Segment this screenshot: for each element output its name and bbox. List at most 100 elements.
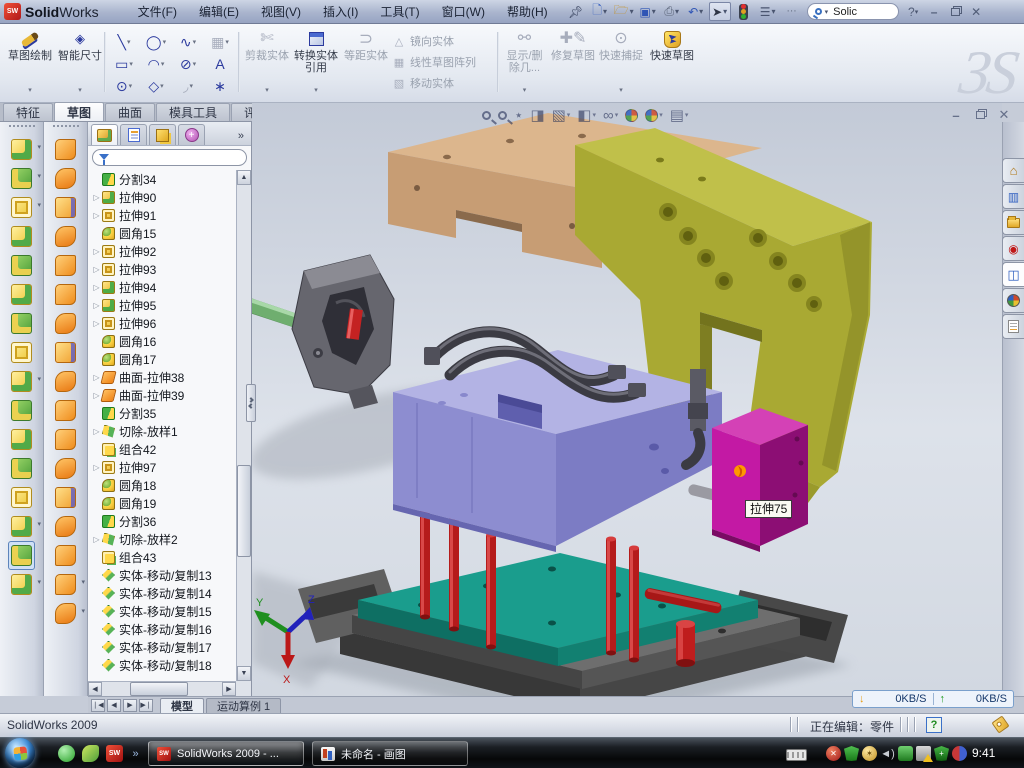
flyout-arrow-icon[interactable]: ▾ <box>37 201 41 209</box>
toolbar-icon-button[interactable]: ▾ <box>11 193 32 222</box>
toolbar-icon-button[interactable] <box>11 396 32 425</box>
feature-tree-item[interactable]: ▷ 拉伸94 <box>89 278 235 296</box>
tree-filter-input[interactable] <box>92 149 247 166</box>
ellipse-icon[interactable]: ⊘▾ <box>172 53 204 75</box>
quick-snaps-button[interactable]: ⊙ 快速捕捉▾ <box>597 29 645 97</box>
scroll-down-button[interactable]: ▼ <box>237 666 251 681</box>
expand-arrow-icon[interactable]: ▷ <box>91 283 102 292</box>
pane-overflow-button[interactable]: » <box>238 130 248 145</box>
feature-tree-item[interactable]: 实体-移动/复制14 <box>89 584 235 602</box>
circle-icon[interactable]: ◯▾ <box>140 31 172 53</box>
flyout-arrow-icon[interactable]: ▾ <box>37 172 41 180</box>
toolbar-icon-button[interactable] <box>55 193 76 222</box>
toolbar-icon-button[interactable]: ▾ <box>55 570 76 599</box>
smart-dimension-button[interactable]: ◈ 智能尺寸▾ <box>56 29 104 97</box>
device-manager-icon[interactable] <box>898 746 913 761</box>
feature-tree-item[interactable]: 实体-移动/复制15 <box>89 602 235 620</box>
feature-tree-item[interactable]: 实体-移动/复制16 <box>89 620 235 638</box>
security-shield-icon[interactable] <box>844 746 859 761</box>
rectangle-icon[interactable]: ▭▾ <box>108 53 140 75</box>
flyout-arrow-icon[interactable]: ▾ <box>81 607 85 615</box>
menubar-item[interactable]: 窗口(W) <box>431 0 496 23</box>
feature-tree-item[interactable]: ▷ 切除-放样1 <box>89 422 235 440</box>
zoom-area-icon[interactable] <box>498 111 507 120</box>
language-keyboard-icon[interactable] <box>786 749 807 761</box>
scroll-left-button[interactable]: ◀ <box>88 682 102 696</box>
toolbar-icon-button[interactable]: ▾ <box>11 367 32 396</box>
status-help-button[interactable]: ? <box>926 717 942 733</box>
point-icon[interactable]: ∗ <box>204 75 236 97</box>
taskbar-clock[interactable]: 9:41 <box>972 746 995 760</box>
feature-tree-item[interactable]: ▷ 切除-放样2 <box>89 530 235 548</box>
sync-status-icon[interactable] <box>952 746 967 761</box>
trim-entities-button[interactable]: ✄︎ 剪裁实体▾ <box>243 29 291 97</box>
start-button[interactable] <box>5 738 35 768</box>
toolbar-icon-button[interactable] <box>11 309 32 338</box>
toolbar-icon-button[interactable] <box>55 454 76 483</box>
display-style-icon[interactable]: ◧▾ <box>577 106 596 124</box>
section-view-icon[interactable]: ◨ <box>530 106 544 124</box>
toolbar-icon-button[interactable]: ▾ <box>11 512 32 541</box>
first-tab-button[interactable]: ❘◀ <box>91 699 105 712</box>
quick-launch-app-icon[interactable] <box>82 745 99 762</box>
flyout-arrow-icon[interactable]: ▾ <box>37 520 41 528</box>
feature-tree-item[interactable]: ▷ 曲面-拉伸38 <box>89 368 235 386</box>
toolbar-icon-button[interactable] <box>11 280 32 309</box>
toolbar-icon-button[interactable] <box>11 454 32 483</box>
task-pane-tab-solidworks-search[interactable]: ◉ <box>1002 236 1024 261</box>
expand-arrow-icon[interactable]: ▷ <box>91 535 102 544</box>
arc-icon[interactable]: ◠▾ <box>140 53 172 75</box>
flyout-arrow-icon[interactable]: ▾ <box>81 578 85 586</box>
menubar-item[interactable]: 文件(F) <box>127 0 188 23</box>
close-button[interactable]: ✕ <box>966 3 987 20</box>
quick-launch-overflow-icon[interactable]: » <box>127 745 144 762</box>
vertical-scroll-thumb[interactable] <box>237 465 251 557</box>
feature-tree-item[interactable]: 实体-移动/复制18 <box>89 656 235 674</box>
text-icon[interactable]: A <box>204 53 236 75</box>
prev-tab-button[interactable]: ◀ <box>107 699 121 712</box>
options-button[interactable]: ☰▾ <box>757 2 779 21</box>
task-pane-tab-view-palette[interactable]: ◫ <box>1002 262 1024 287</box>
feature-tree-item[interactable]: 分割36 <box>89 512 235 530</box>
expand-arrow-icon[interactable]: ▷ <box>91 211 102 220</box>
convert-entities-button[interactable]: 转换实体引用▾ <box>292 29 340 97</box>
feature-tree-item[interactable]: ▷ 拉伸91 <box>89 206 235 224</box>
command-tab[interactable]: 特征 <box>3 103 53 121</box>
tree-vertical-scrollbar[interactable]: ▲ ▼ <box>236 170 251 681</box>
toolbar-icon-button[interactable] <box>11 222 32 251</box>
status-tag-icon[interactable] <box>991 715 1009 733</box>
feature-tree-item[interactable]: 圆角18 <box>89 476 235 494</box>
toolbar-icon-button[interactable] <box>11 483 32 512</box>
command-tab[interactable]: 草图 <box>54 102 104 121</box>
feature-tree-item[interactable]: 分割34 <box>89 170 235 188</box>
part-side-block[interactable] <box>712 408 808 552</box>
panel-splitter-handle[interactable] <box>246 384 256 422</box>
toolbar-grip[interactable] <box>9 125 35 130</box>
sketch-button[interactable]: 草图绘制▾ <box>6 29 54 97</box>
save-button[interactable]: ▣▾ <box>637 2 659 21</box>
feature-tree-item[interactable]: ▷ 拉伸92 <box>89 242 235 260</box>
overflow-button[interactable]: ⋯ <box>781 2 803 21</box>
toolbar-icon-button[interactable] <box>55 164 76 193</box>
undo-button[interactable]: ↶▾ <box>685 2 707 21</box>
antivirus-alert-icon[interactable]: ✕ <box>826 746 841 761</box>
task-pane-tab-file-explorer[interactable] <box>1002 210 1024 235</box>
graphics-viewport[interactable]: Y Z X <box>252 103 1002 696</box>
feature-tree-item[interactable]: 实体-移动/复制17 <box>89 638 235 656</box>
toolbar-icon-button[interactable]: ▾ <box>11 135 32 164</box>
toolbar-icon-button[interactable] <box>55 280 76 309</box>
open-button[interactable]: 🗁︎▾ <box>613 2 635 21</box>
toolbar-icon-button[interactable] <box>55 396 76 425</box>
expand-arrow-icon[interactable]: ▷ <box>91 193 102 202</box>
scroll-right-button[interactable]: ▶ <box>222 682 236 696</box>
document-tab[interactable]: 模型 <box>160 698 204 714</box>
menubar-item[interactable]: 插入(I) <box>312 0 369 23</box>
menubar-item[interactable]: 编辑(E) <box>188 0 250 23</box>
flyout-arrow-icon[interactable]: ▾ <box>37 375 41 383</box>
tab-configuration-manager[interactable] <box>149 124 176 145</box>
defender-shield-icon[interactable]: + <box>934 746 949 761</box>
pattern-box-icon[interactable]: ▦▾ <box>204 31 236 53</box>
polygon-icon[interactable]: ◇▾ <box>140 75 172 97</box>
toolbar-icon-button[interactable] <box>55 425 76 454</box>
volume-icon[interactable]: ◄) <box>880 746 895 761</box>
